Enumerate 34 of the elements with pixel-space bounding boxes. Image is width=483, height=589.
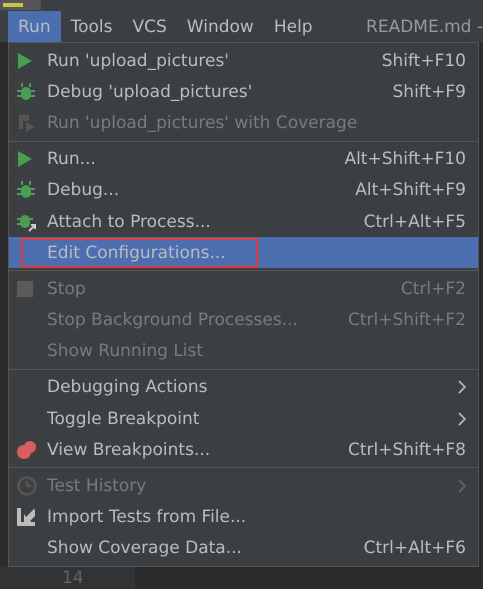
import-icon [17, 508, 35, 526]
menu-item[interactable]: Show Coverage Data... Ctrl+Alt+F6 [9, 532, 478, 564]
shortcut-text: Alt+Shift+F9 [355, 180, 466, 200]
play-icon [17, 52, 33, 70]
breakpoints-icon [17, 440, 37, 459]
clock-icon [17, 476, 37, 496]
menu-item[interactable]: Import Tests from File... [9, 502, 478, 533]
menu-bar-item[interactable]: Window [176, 11, 264, 42]
menu-bar-item[interactable]: Help [264, 11, 323, 42]
play-icon [17, 150, 33, 168]
menu-item[interactable]: Debugging Actions [9, 372, 478, 404]
shortcut-text: Ctrl+Shift+F8 [348, 440, 466, 460]
shortcut-text: Ctrl+Shift+F2 [348, 310, 466, 330]
menu-item[interactable]: Run... Alt+Shift+F10 [9, 144, 478, 175]
menu-item[interactable]: Attach to Process... Ctrl+Alt+F5 [9, 206, 478, 238]
menu-bar-item[interactable]: Tools [60, 11, 122, 42]
shortcut-text: Ctrl+Alt+F6 [364, 538, 466, 558]
menu-item[interactable]: Debug 'upload_pictures' Shift+F9 [9, 76, 478, 108]
menu-item[interactable]: View Breakpoints... Ctrl+Shift+F8 [9, 434, 478, 466]
toolbar-widget-icon [0, 0, 42, 11]
bug-icon [17, 180, 35, 200]
shortcut-text: Alt+Shift+F10 [344, 149, 466, 170]
menu-item[interactable]: Run 'upload_pictures' Shift+F10 [9, 45, 478, 76]
shortcut-text: Ctrl+Alt+F5 [364, 212, 466, 232]
file-tab[interactable]: README.md - [342, 11, 483, 42]
bug-icon [17, 82, 35, 102]
shortcut-text: Ctrl+F2 [400, 278, 466, 299]
shortcut-text: Shift+F9 [392, 82, 466, 102]
shield-play-icon [17, 112, 37, 133]
menu-bar-item[interactable]: VCS [122, 11, 177, 42]
menu-item[interactable]: Toggle Breakpoint [9, 403, 478, 434]
menu-item[interactable]: Debug... Alt+Shift+F9 [9, 174, 478, 206]
shortcut-text: Shift+F10 [382, 50, 466, 71]
stop-icon [17, 280, 33, 297]
